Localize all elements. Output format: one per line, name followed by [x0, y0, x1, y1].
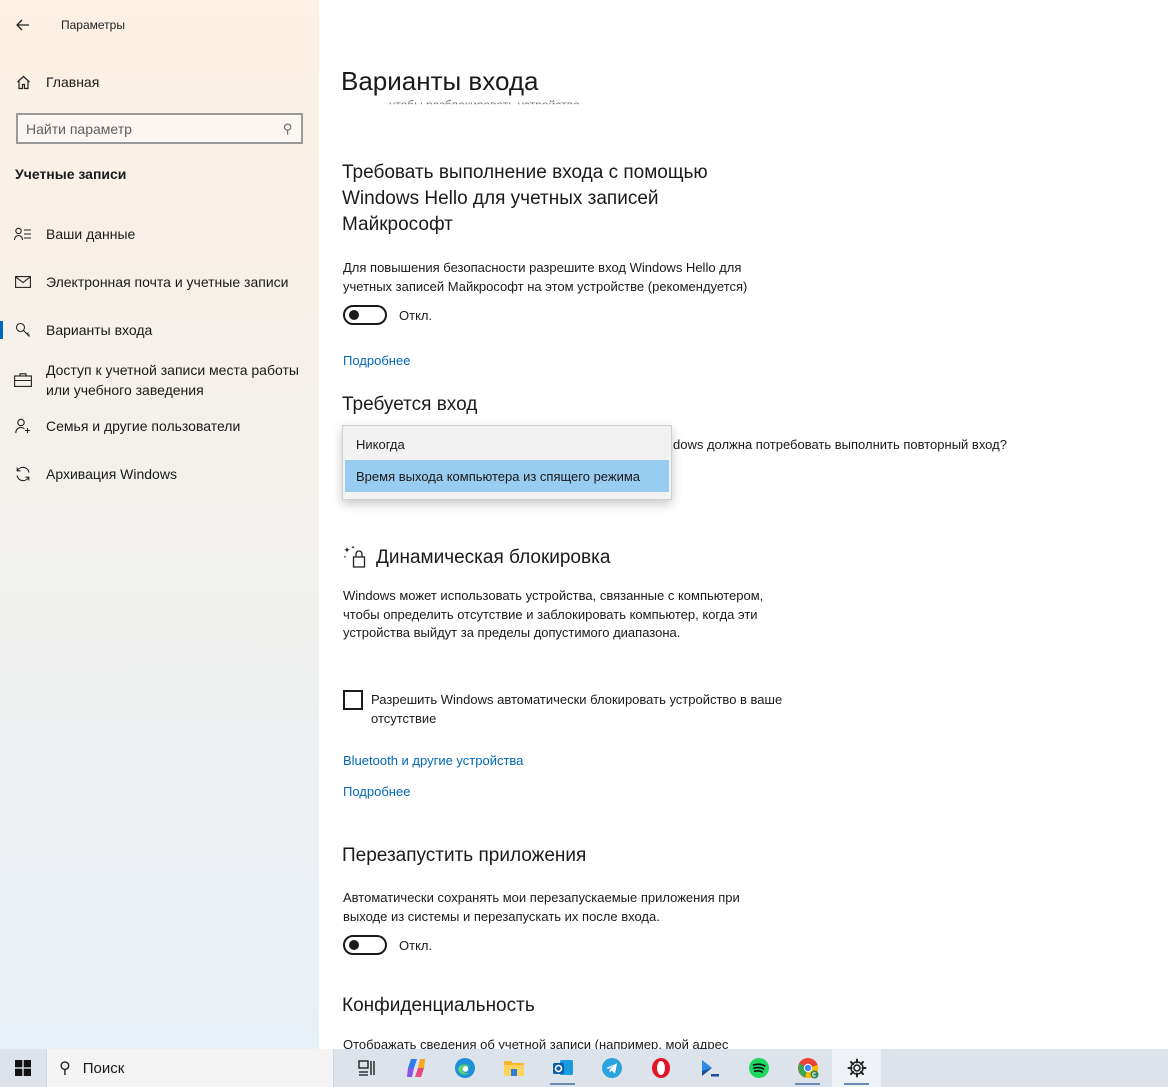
dynamic-lock-checkbox-label[interactable]: Разрешить Windows автоматически блокиров… [371, 691, 791, 728]
section-heading: Учетные записи [15, 166, 127, 182]
dropdown-option-wake-from-sleep[interactable]: Время выхода компьютера из спящего режим… [345, 460, 669, 492]
restart-apps-toggle[interactable] [343, 935, 387, 955]
spotify-button[interactable] [734, 1049, 783, 1087]
sidebar-item-windows-backup[interactable]: Архивация Windows [0, 462, 319, 486]
back-button[interactable] [0, 0, 46, 50]
toggle-knob [349, 940, 359, 950]
page-title: Варианты входа [341, 66, 539, 96]
copilot-button[interactable] [391, 1049, 440, 1087]
taskbar-search[interactable]: ⚲ Поиск [46, 1049, 334, 1087]
task-view-icon [357, 1060, 375, 1076]
toggle-knob [349, 310, 359, 320]
task-view-button[interactable] [342, 1049, 391, 1087]
sidebar-item-home[interactable]: Главная [0, 62, 319, 102]
hello-required-toggle[interactable] [343, 305, 387, 325]
sidebar-item-label: Архивация Windows [46, 466, 177, 482]
telegram-button[interactable] [587, 1049, 636, 1087]
learn-more-link[interactable]: Подробнее [343, 784, 410, 799]
sync-icon [0, 466, 46, 482]
taskbar: ⚲ Поиск [0, 1049, 1168, 1087]
sidebar-item-label: Ваши данные [46, 226, 136, 242]
windows-logo-icon [15, 1060, 31, 1076]
sidebar: Параметры Главная ⚲ Учетные записи Ваши … [0, 0, 319, 1049]
copilot-icon [406, 1059, 425, 1077]
sidebar-item-label: Электронная почта и учетные записи [46, 274, 289, 290]
file-explorer-button[interactable] [489, 1049, 538, 1087]
hello-required-description: Для повышения безопасности разрешите вхо… [343, 260, 748, 294]
main-content[interactable]: Варианты входа чтобы разблокировать устр… [319, 0, 1168, 1049]
sidebar-item-label: Доступ к учетной записи места работы или… [46, 362, 299, 398]
privacy-description: Отображать сведения об учетной записи (н… [343, 1037, 729, 1049]
mail-icon [0, 276, 46, 288]
sidebar-item-your-info[interactable]: Ваши данные [0, 222, 319, 246]
settings-search-box[interactable]: ⚲ [16, 113, 303, 144]
outlook-button[interactable] [538, 1049, 587, 1087]
dynamic-lock-checkbox[interactable] [343, 690, 363, 710]
settings-button[interactable] [832, 1049, 881, 1087]
back-arrow-icon [16, 19, 29, 31]
opera-icon [651, 1058, 670, 1078]
dropdown-option-never[interactable]: Никогда [345, 428, 669, 460]
scrolled-partial-text: чтобы разблокировать устройство [389, 98, 580, 112]
opera-button[interactable] [636, 1049, 685, 1087]
edge-icon [454, 1058, 475, 1078]
restart-apps-description: Автоматически сохранять мои перезапускае… [343, 890, 740, 924]
restart-apps-heading: Перезапустить приложения [342, 845, 587, 866]
toggle-state-label: Откл. [399, 307, 433, 323]
search-icon: ⚲ [59, 1060, 71, 1077]
taskbar-search-label: Поиск [82, 1059, 125, 1077]
hello-required-toggle-row[interactable]: Откл. [343, 305, 432, 325]
spotify-icon [748, 1058, 769, 1078]
privacy-heading: Конфиденциальность [342, 995, 535, 1016]
restart-apps-toggle-row[interactable]: Откл. [343, 935, 432, 955]
title-bar: Параметры [0, 0, 319, 50]
sidebar-item-sign-in-options[interactable]: Варианты входа [0, 318, 319, 342]
sidebar-item-work-school-access[interactable]: Доступ к учетной записи места работы или… [0, 358, 319, 402]
briefcase-icon [0, 373, 46, 387]
learn-more-link[interactable]: Подробнее [343, 353, 410, 368]
settings-search-input[interactable] [26, 120, 284, 137]
dynamic-lock-description: Windows может использовать устройства, с… [343, 588, 764, 640]
chrome-icon [797, 1058, 818, 1079]
terminal-icon [701, 1060, 719, 1077]
key-icon [0, 322, 46, 338]
chrome-button[interactable] [783, 1049, 832, 1087]
telegram-icon [601, 1058, 622, 1078]
hello-required-heading: Требовать выполнение входа с помощью Win… [342, 162, 708, 235]
sidebar-item-family-users[interactable]: Семья и другие пользователи [0, 414, 319, 438]
file-explorer-icon [503, 1061, 524, 1076]
toggle-state-label: Откл. [399, 937, 433, 953]
app-title: Параметры [61, 18, 125, 32]
start-button[interactable] [0, 1049, 46, 1087]
sidebar-item-label: Семья и другие пользователи [46, 418, 241, 434]
edge-button[interactable] [440, 1049, 489, 1087]
home-icon [0, 75, 46, 90]
dynamic-lock-heading: Динамическая блокировка [376, 547, 611, 568]
require-signin-dropdown-list[interactable]: Никогда Время выхода компьютера из спяще… [342, 425, 672, 500]
person-add-icon [0, 418, 46, 434]
terminal-button[interactable] [685, 1049, 734, 1087]
outlook-icon [552, 1060, 573, 1075]
sidebar-item-email-accounts[interactable]: Электронная почта и учетные записи [0, 270, 319, 294]
bluetooth-devices-link[interactable]: Bluetooth и другие устройства [343, 753, 523, 768]
dynamic-lock-icon [343, 545, 366, 568]
settings-icon [847, 1058, 866, 1078]
person-list-icon [0, 227, 46, 241]
sidebar-item-label: Варианты входа [46, 322, 153, 338]
search-icon: ⚲ [283, 120, 293, 136]
require-signin-heading: Требуется вход [342, 394, 478, 415]
dynamic-lock-checkbox-row[interactable]: Разрешить Windows автоматически блокиров… [343, 690, 791, 728]
require-signin-question: dows должна потребовать выполнить повтор… [673, 437, 1007, 452]
sidebar-item-label: Главная [46, 74, 100, 90]
